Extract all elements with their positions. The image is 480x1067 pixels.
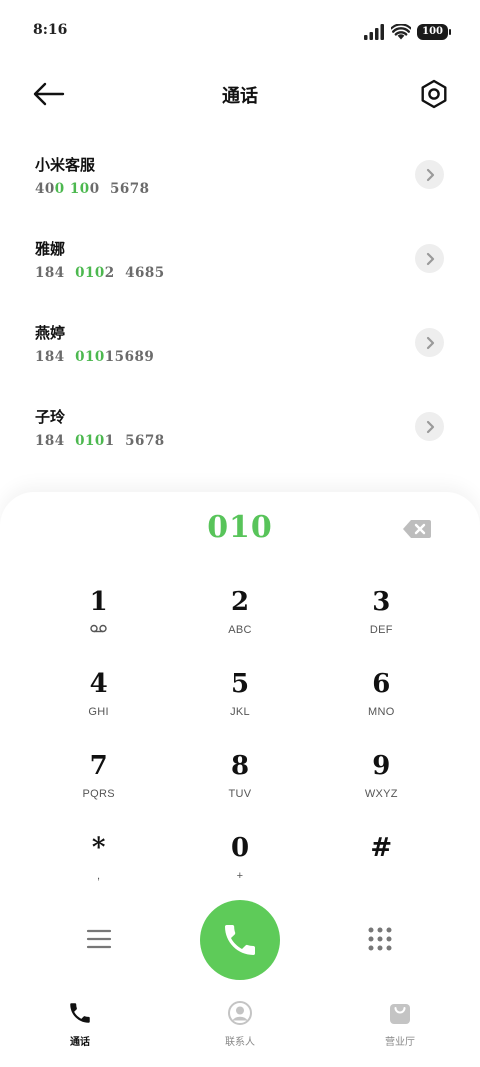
contact-number: 184 0102 4685	[35, 265, 165, 281]
bag-icon	[385, 999, 415, 1027]
number-match-highlight: 0	[54, 181, 65, 197]
status-bar: 8:16 100	[0, 0, 480, 62]
chevron-right-icon[interactable]	[415, 244, 444, 273]
chevron-right-icon[interactable]	[415, 328, 444, 357]
dial-key-letters: ,	[96, 870, 101, 882]
dial-key[interactable]: 2 ABC	[169, 587, 310, 647]
dial-key-digit: #	[370, 833, 393, 863]
dial-actions	[0, 898, 480, 982]
number-segment: 15689	[104, 349, 155, 365]
number-match-highlight: 010	[75, 349, 105, 365]
dial-key-digit: 6	[372, 669, 391, 699]
dial-key[interactable]: 1	[28, 587, 169, 647]
dial-key[interactable]: #	[311, 833, 452, 893]
backspace-icon[interactable]	[402, 519, 432, 539]
nav-tab[interactable]: 营业厅	[320, 985, 480, 1067]
phone-icon	[225, 925, 255, 955]
nav-tab[interactable]: 联系人	[160, 985, 320, 1067]
nav-tab-label: 营业厅	[385, 1037, 415, 1048]
number-segment: 1 5678	[104, 433, 165, 449]
dial-key[interactable]: *,	[28, 833, 169, 893]
number-match-highlight: 010	[75, 265, 105, 281]
number-segment: 40	[35, 181, 55, 197]
dial-key-digit: 1	[89, 587, 108, 617]
signal-icon	[364, 24, 385, 40]
contact-row[interactable]: 燕婷 184 01015689	[0, 308, 480, 392]
contact-row[interactable]: 雅娜 184 0102 4685	[0, 224, 480, 308]
nav-tab-label: 联系人	[225, 1037, 255, 1048]
keypad-grid-icon[interactable]	[367, 926, 393, 952]
contact-name: 子玲	[35, 408, 66, 426]
keypad: 1 2 ABC 3 DEF 4 GHI 5 JKL 6 MNO 7 PQRS 8 TUV 9 WXYZ *, 0 + #	[28, 587, 452, 893]
call-button[interactable]	[200, 900, 280, 980]
dial-key-letters: WXYZ	[364, 788, 398, 800]
dial-key-digit: 2	[230, 587, 250, 617]
dial-key[interactable]: 0 +	[169, 833, 310, 893]
dial-key[interactable]: 3 DEF	[311, 587, 452, 647]
menu-icon[interactable]	[86, 928, 112, 950]
settings-icon[interactable]	[418, 78, 450, 110]
status-icons: 100	[364, 24, 451, 40]
contact-number: 184 01015689	[35, 349, 154, 365]
nav-tab-label: 通话	[70, 1037, 90, 1048]
dial-key[interactable]: 9 WXYZ	[311, 751, 452, 811]
dial-key-letters: ABC	[228, 624, 252, 636]
number-segment: 0 5678	[89, 181, 150, 197]
battery-indicator: 100	[417, 24, 451, 40]
chevron-right-icon[interactable]	[415, 412, 444, 441]
status-time: 8:16	[33, 22, 68, 38]
dial-key-digit: 8	[230, 751, 250, 781]
dial-key-digit: 9	[372, 751, 391, 781]
dial-key-letters: +	[236, 870, 244, 882]
dial-key-digit: 5	[230, 669, 250, 699]
dial-key-digit: 7	[89, 751, 108, 781]
contact-number: 400 100 5678	[35, 181, 150, 197]
chevron-right-icon[interactable]	[415, 160, 444, 189]
voicemail-icon	[90, 623, 107, 637]
person-icon	[225, 999, 255, 1027]
contact-number: 184 0101 5678	[35, 433, 165, 449]
dial-key-digit: 4	[89, 669, 108, 699]
dial-panel: 010 1 2 ABC 3 DEF 4 GHI 5 JKL 6 MNO 7 PQRS 8 TUV 9 WXYZ *…	[0, 492, 480, 1067]
dial-key-digit: 3	[372, 587, 391, 617]
page-title: 通话	[222, 86, 258, 107]
number-match-highlight: 10	[69, 181, 90, 197]
dial-key[interactable]: 4 GHI	[28, 669, 169, 729]
contact-name: 雅娜	[35, 240, 66, 258]
dial-key[interactable]: 7 PQRS	[28, 751, 169, 811]
dial-key[interactable]: 6 MNO	[311, 669, 452, 729]
dial-key-letters: DEF	[369, 624, 393, 636]
dial-key-digit: *	[91, 833, 106, 863]
dial-key-letters: PQRS	[82, 788, 115, 800]
contact-row[interactable]: 小米客服 400 100 5678	[0, 140, 480, 224]
contact-match-list: 小米客服 400 100 5678 雅娜 184 0102 4685 燕婷 184 010…	[0, 140, 480, 476]
contact-row[interactable]: 子玲 184 0101 5678	[0, 392, 480, 476]
contact-name: 燕婷	[35, 324, 66, 342]
bottom-nav: 通话 联系人 营业厅	[0, 985, 480, 1067]
dial-key-digit: 0	[230, 833, 250, 863]
phone-icon	[65, 999, 95, 1027]
wifi-icon	[391, 24, 412, 40]
number-segment: 184	[35, 265, 76, 281]
dial-key-letters: GHI	[88, 706, 109, 718]
header: 通话	[0, 62, 480, 126]
number-match-highlight: 010	[75, 433, 105, 449]
number-segment: 184	[35, 349, 76, 365]
dial-key[interactable]: 5 JKL	[169, 669, 310, 729]
dial-key-letters: JKL	[230, 706, 250, 718]
number-segment: 2 4685	[104, 265, 165, 281]
dial-key[interactable]: 8 TUV	[169, 751, 310, 811]
nav-tab[interactable]: 通话	[0, 985, 160, 1067]
dial-key-letters: TUV	[228, 788, 252, 800]
contact-name: 小米客服	[35, 156, 96, 174]
dial-key-letters: MNO	[368, 706, 395, 718]
number-segment: 184	[35, 433, 76, 449]
